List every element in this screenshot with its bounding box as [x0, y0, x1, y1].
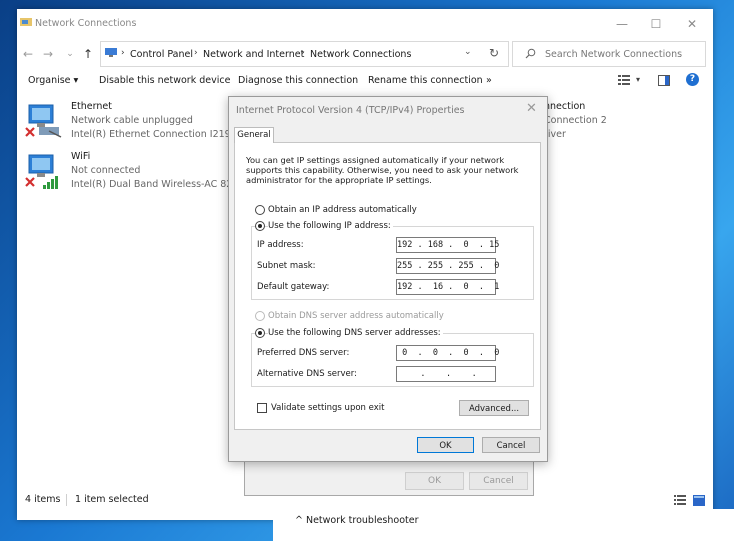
obtain-ip-auto-label[interactable]: Obtain an IP address automatically [268, 205, 417, 215]
back-dialog-cancel-button[interactable]: Cancel [469, 472, 528, 490]
default-gateway-input[interactable]: 192 . 16 . 0 . 1 [396, 279, 499, 295]
use-following-ip-label[interactable]: Use the following IP address: [268, 221, 393, 231]
disable-device-button[interactable]: Disable this network device [99, 75, 230, 86]
connection-adapter: Intel(R) Ethernet Connection I219-... [71, 129, 244, 140]
recent-locations-icon[interactable]: ⌄ [63, 46, 77, 62]
maximize-button[interactable]: ☐ [641, 14, 671, 34]
validate-settings-checkbox[interactable] [257, 403, 267, 413]
selection-count: 1 item selected [75, 494, 149, 505]
status-separator [66, 494, 67, 506]
breadcrumb-separator: › [301, 48, 305, 58]
error-x-icon [25, 177, 35, 187]
rename-connection-button[interactable]: Rename this connection [368, 75, 483, 86]
connection-adapter: Intel(R) Dual Band Wireless-AC 82... [71, 179, 242, 190]
refresh-icon[interactable]: ↻ [489, 46, 499, 60]
cancel-button[interactable]: Cancel [482, 437, 540, 453]
ok-button[interactable]: OK [417, 437, 474, 453]
use-following-dns-radio[interactable] [255, 328, 265, 338]
diagnose-connection-button[interactable]: Diagnose this connection [238, 75, 358, 86]
more-commands-button[interactable]: » [486, 75, 492, 86]
obtain-dns-auto-label[interactable]: Obtain DNS server address automatically [268, 311, 444, 321]
organise-menu[interactable]: Organise ▾ [28, 75, 78, 86]
window-title: Network Connections [35, 18, 137, 29]
preferred-dns-input[interactable]: 0 . 0 . 0 . 0 [396, 345, 499, 361]
address-box[interactable]: › Control Panel › Network and Internet ›… [100, 41, 509, 67]
intro-text: You can get IP settings assigned automat… [246, 155, 519, 185]
close-button[interactable]: ✕ [677, 14, 707, 34]
up-arrow-icon[interactable]: ↑ [81, 46, 95, 62]
control-panel-icon [105, 48, 117, 57]
obtain-ip-auto-radio[interactable] [255, 205, 265, 215]
ip-address-input[interactable]: 192 . 168 . 0 . 15 [396, 237, 499, 253]
partial-connection-label: Connection 2 [544, 115, 607, 126]
alternate-dns-label: Alternative DNS server: [257, 369, 357, 379]
use-following-ip-radio[interactable] [255, 221, 265, 231]
validate-settings-label[interactable]: Validate settings upon exit [271, 403, 384, 413]
item-count: 4 items [25, 494, 61, 505]
error-x-icon [25, 127, 35, 137]
help-icon[interactable]: ? [686, 73, 699, 86]
network-troubleshooter-link[interactable]: ^ Network troubleshooter [295, 515, 419, 526]
tab-general[interactable]: General [234, 127, 274, 143]
details-view-icon[interactable] [674, 495, 686, 506]
dialog-close-icon[interactable]: ✕ [526, 101, 537, 116]
search-placeholder: Search Network Connections [545, 49, 683, 60]
address-dropdown-icon[interactable]: ⌄ [464, 47, 476, 57]
subnet-mask-input[interactable]: 255 . 255 . 255 . 0 [396, 258, 499, 274]
command-bar: Organise ▾ Disable this network device D… [17, 69, 713, 93]
background-window-strip: ^ Network troubleshooter [273, 509, 734, 541]
back-dialog-ok-button[interactable]: OK [405, 472, 464, 490]
connection-status: Network cable unplugged [71, 115, 193, 126]
preview-pane-icon[interactable] [658, 75, 670, 86]
minimize-button[interactable]: — [607, 14, 637, 34]
network-folder-icon [20, 18, 32, 26]
general-tab-panel: You can get IP settings assigned automat… [234, 142, 541, 430]
breadcrumb-control-panel[interactable]: Control Panel [130, 49, 193, 60]
view-dropdown-icon[interactable]: ▾ [636, 75, 640, 84]
back-arrow-icon[interactable]: ← [21, 46, 35, 62]
breadcrumb-network-and-internet[interactable]: Network and Internet [203, 49, 304, 60]
ip-address-label: IP address: [257, 240, 304, 250]
advanced-button[interactable]: Advanced... [459, 400, 529, 416]
obtain-dns-auto-radio[interactable] [255, 311, 265, 321]
address-bar: ← → ⌄ ↑ › Control Panel › Network and In… [17, 39, 713, 69]
partial-connection-label: nnection [544, 101, 586, 112]
list-item-ethernet[interactable]: Ethernet Network cable unplugged Intel(R… [25, 101, 243, 145]
ipv4-properties-dialog: Internet Protocol Version 4 (TCP/IPv4) P… [228, 96, 548, 462]
view-options-icon[interactable] [618, 75, 630, 86]
breadcrumb-separator: › [194, 48, 198, 58]
default-gateway-label: Default gateway: [257, 282, 330, 292]
list-item-wifi[interactable]: WiFi Not connected Intel(R) Dual Band Wi… [25, 151, 241, 195]
forward-arrow-icon[interactable]: → [41, 46, 55, 62]
title-bar[interactable]: Network Connections — ☐ ✕ [17, 9, 713, 39]
dialog-title: Internet Protocol Version 4 (TCP/IPv4) P… [236, 105, 465, 116]
alternate-dns-input[interactable]: . . . [396, 366, 496, 382]
preferred-dns-label: Preferred DNS server: [257, 348, 350, 358]
subnet-mask-label: Subnet mask: [257, 261, 316, 271]
breadcrumb-network-connections[interactable]: Network Connections [310, 49, 411, 60]
connection-name: WiFi [71, 151, 91, 162]
search-box[interactable]: Search Network Connections [512, 41, 706, 67]
connection-name: Ethernet [71, 101, 112, 112]
large-icons-view-icon[interactable] [693, 495, 705, 506]
use-following-dns-label[interactable]: Use the following DNS server addresses: [268, 328, 443, 338]
search-icon [525, 48, 536, 59]
connection-status: Not connected [71, 165, 141, 176]
breadcrumb-separator: › [121, 48, 125, 58]
